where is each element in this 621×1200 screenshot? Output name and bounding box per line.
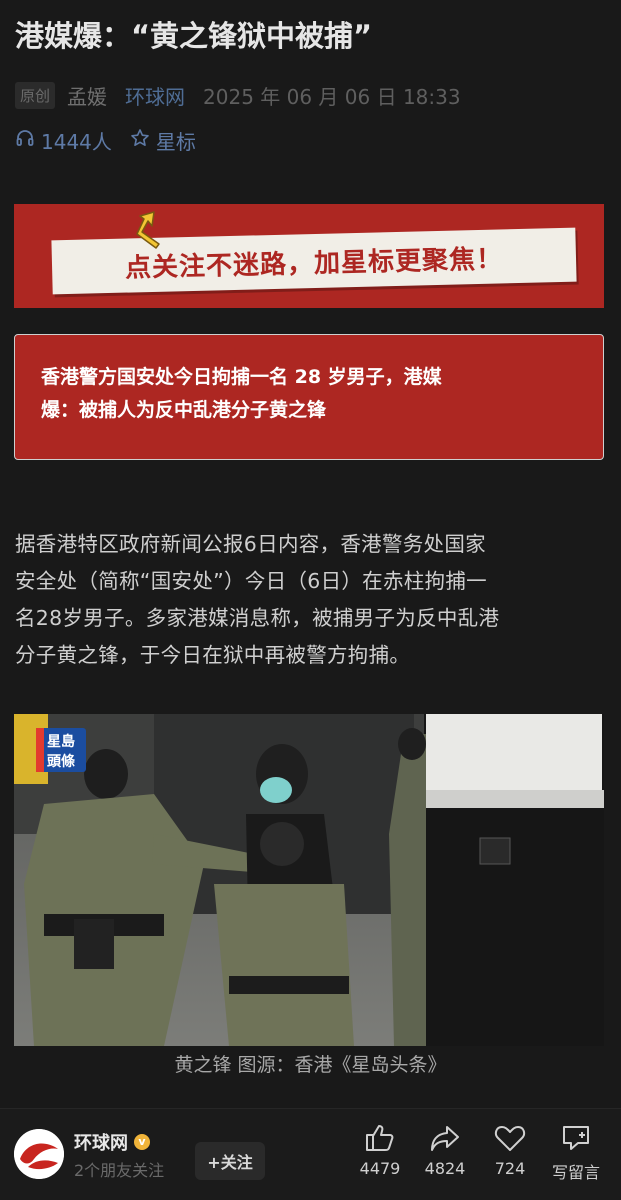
body-line: 据香港特区政府新闻公报6日内容，香港警务处国家: [15, 532, 486, 556]
share-count: 4824: [424, 1159, 466, 1178]
account-name-row[interactable]: 环球网 v: [74, 1129, 150, 1155]
heart-count: 724: [494, 1159, 526, 1178]
news-photo[interactable]: 星島 頭條: [14, 714, 604, 1046]
body-line: 分子黄之锋，于今日在狱中再被警方拘捕。: [15, 643, 411, 667]
article-title: 港媒爆：“黄之锋狱中被捕”: [15, 19, 373, 53]
friends-following: 2个朋友关注: [74, 1161, 165, 1180]
like-action[interactable]: 4479: [349, 1123, 411, 1178]
watermark-line2: 頭條: [47, 753, 76, 770]
comment-action[interactable]: 写留言: [545, 1123, 607, 1183]
article-page: 港媒爆：“黄之锋狱中被捕” 原创 孟媛 环球网 2025 年 06 月 06 日…: [0, 0, 621, 1200]
banner-paper: 点关注不迷路，加星标更聚焦！: [51, 227, 577, 295]
share-icon: [431, 1126, 459, 1151]
follow-banner[interactable]: 点关注不迷路，加星标更聚焦！: [14, 204, 604, 308]
photo-illustration: 星島 頭條: [14, 714, 604, 1046]
bottom-action-bar: 环球网 v 2个朋友关注 +关注 4479 4824 724 写留言: [0, 1108, 621, 1200]
publish-date: 2025 年 06 月 06 日 18:33: [203, 84, 461, 109]
heart-icon: [494, 1126, 526, 1151]
original-tag: 原创: [15, 81, 56, 109]
body-line: 安全处（简称“国安处”）今日（6日）在赤柱拘捕一: [15, 569, 487, 593]
author-name: 孟媛: [67, 84, 108, 109]
globe-logo-icon: [14, 1129, 64, 1179]
article-stats: 1444人 星标: [15, 124, 196, 156]
listener-count[interactable]: 1444人: [41, 126, 112, 155]
article-meta: 原创 孟媛 环球网 2025 年 06 月 06 日 18:33: [15, 80, 461, 110]
star-label[interactable]: 星标: [156, 126, 196, 155]
share-action[interactable]: 4824: [414, 1123, 476, 1178]
headline-line: 爆：被捕人为反中乱港分子黄之锋: [41, 399, 327, 421]
account-avatar[interactable]: [14, 1129, 64, 1179]
photo-caption: 黄之锋 图源：香港《星岛头条》: [174, 1054, 447, 1076]
thumbs-up-icon: [366, 1125, 394, 1151]
like-count: 4479: [359, 1159, 401, 1178]
comment-label: 写留言: [551, 1163, 600, 1182]
star-icon[interactable]: [130, 128, 150, 153]
banner-text: 点关注不迷路，加星标更聚焦！: [124, 243, 504, 284]
heart-action[interactable]: 724: [479, 1123, 541, 1178]
source-link[interactable]: 环球网: [125, 81, 185, 110]
article-body: 据香港特区政府新闻公报6日内容，香港警务处国家 安全处（简称“国安处”）今日（6…: [15, 526, 607, 674]
body-line: 名28岁男子。多家港媒消息称，被捕男子为反中乱港: [15, 606, 500, 630]
watermark-line1: 星島: [47, 733, 75, 750]
headphones-icon[interactable]: [15, 128, 35, 153]
headline-box: 香港警方国安处今日拘捕一名 28 岁男子，港媒 爆：被捕人为反中乱港分子黄之锋: [14, 334, 604, 460]
headline-line: 香港警方国安处今日拘捕一名 28 岁男子，港媒: [41, 366, 442, 388]
verified-icon: v: [134, 1134, 150, 1150]
account-name[interactable]: 环球网: [74, 1129, 128, 1155]
follow-button[interactable]: +关注: [195, 1142, 265, 1180]
comment-icon: [563, 1126, 589, 1150]
pointer-arrow-icon: [136, 211, 160, 249]
